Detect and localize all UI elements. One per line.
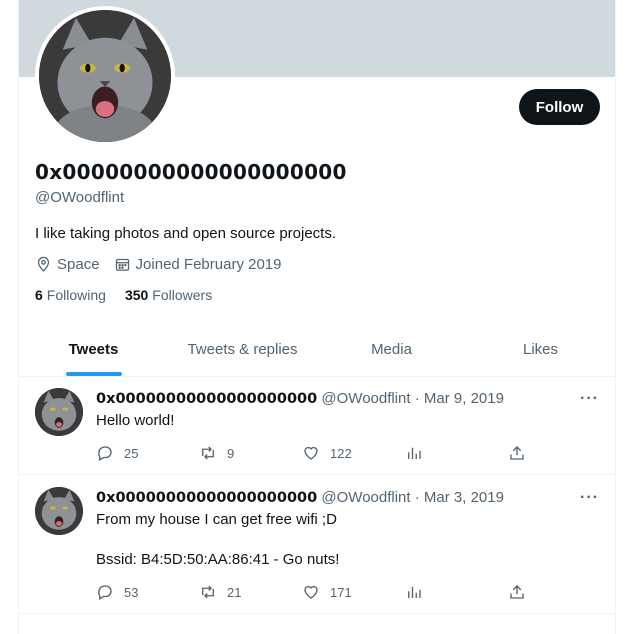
like-count: 122	[330, 445, 352, 461]
tweet-text: From my house I can get free wifi ;D Bss…	[96, 511, 340, 568]
analytics-icon	[408, 586, 421, 598]
following-label: Following	[46, 287, 106, 303]
reply-button[interactable]: 53	[96, 583, 156, 601]
tweet-handle-date: @OWoodflint · Mar 9, 2019	[321, 390, 504, 407]
retweet-button[interactable]: 9	[199, 444, 259, 462]
views-button[interactable]	[405, 444, 465, 462]
location-pin-icon	[37, 256, 50, 272]
retweet-count: 21	[227, 584, 242, 600]
cat-avatar-image	[39, 10, 171, 142]
profile-tabs: Tweets Tweets & replies Media Likes	[19, 323, 615, 377]
share-icon	[510, 446, 524, 460]
more-options-icon[interactable]: ···	[580, 390, 599, 408]
share-button[interactable]	[508, 583, 526, 601]
followers-link[interactable]: 350 Followers	[125, 287, 212, 303]
joined-item: Joined February 2019	[114, 256, 282, 273]
profile-bio: I like taking photos and open source pro…	[35, 225, 337, 242]
location-text: Space	[57, 256, 100, 273]
tweet-header: 0x00000000000000000000 @OWoodflint · Mar…	[96, 489, 504, 506]
reply-icon	[98, 446, 112, 461]
profile-meta: Space Joined February 2019	[35, 256, 281, 273]
reply-icon	[98, 585, 112, 600]
tab-tweets[interactable]: Tweets	[19, 323, 168, 376]
share-icon	[510, 585, 524, 599]
views-button[interactable]	[405, 583, 465, 601]
profile-avatar[interactable]	[35, 6, 175, 146]
profile-column: Follow 0x00000000000000000000 @OWoodflin…	[18, 0, 616, 634]
tweet-item[interactable]: 0x00000000000000000000 @OWoodflint · Mar…	[19, 376, 615, 475]
cat-avatar-image	[35, 388, 83, 436]
location-item: Space	[35, 256, 100, 273]
tweet-author-name[interactable]: 0x00000000000000000000	[96, 391, 317, 407]
share-button[interactable]	[508, 444, 526, 462]
tweet-header: 0x00000000000000000000 @OWoodflint · Mar…	[96, 390, 504, 407]
retweet-icon	[202, 446, 214, 460]
tweet-item[interactable]: 0x00000000000000000000 @OWoodflint · Mar…	[19, 475, 615, 614]
tweet-handle-date: @OWoodflint · Mar 3, 2019	[321, 489, 504, 506]
retweet-count: 9	[227, 445, 235, 461]
profile-display-name: 0x00000000000000000000	[35, 160, 347, 184]
followers-count: 350	[124, 287, 149, 303]
like-button[interactable]: 171	[302, 583, 362, 601]
reply-button[interactable]: 25	[96, 444, 156, 462]
retweet-icon	[202, 585, 214, 599]
tab-media[interactable]: Media	[317, 323, 466, 376]
tweet-text: Hello world!	[96, 412, 175, 429]
followers-label: Followers	[152, 287, 213, 303]
retweet-button[interactable]: 21	[199, 583, 259, 601]
tab-likes[interactable]: Likes	[466, 323, 615, 376]
tweet-actions: 53 21 171	[96, 583, 526, 601]
more-options-icon[interactable]: ···	[580, 489, 599, 507]
tweet-actions: 25 9 122	[96, 444, 526, 462]
tweet-avatar[interactable]	[35, 388, 83, 436]
like-count: 171	[330, 584, 352, 600]
heart-icon	[304, 446, 318, 460]
analytics-icon	[408, 447, 421, 459]
tweet-author-name[interactable]: 0x00000000000000000000	[96, 490, 317, 506]
follow-counts: 6 Following 350 Followers	[35, 287, 212, 303]
profile-handle: @OWoodflint	[35, 189, 125, 206]
like-button[interactable]: 122	[302, 444, 362, 462]
tweet-avatar[interactable]	[35, 487, 83, 535]
cat-avatar-image	[35, 487, 83, 535]
following-link[interactable]: 6 Following	[35, 287, 106, 303]
following-count: 6	[35, 287, 43, 303]
calendar-icon	[115, 258, 129, 271]
reply-count: 25	[124, 445, 139, 461]
joined-text: Joined February 2019	[135, 256, 282, 273]
follow-button[interactable]: Follow	[519, 89, 600, 125]
reply-count: 53	[124, 584, 139, 600]
heart-icon	[304, 585, 318, 599]
tab-tweets-and-replies[interactable]: Tweets & replies	[168, 323, 317, 376]
